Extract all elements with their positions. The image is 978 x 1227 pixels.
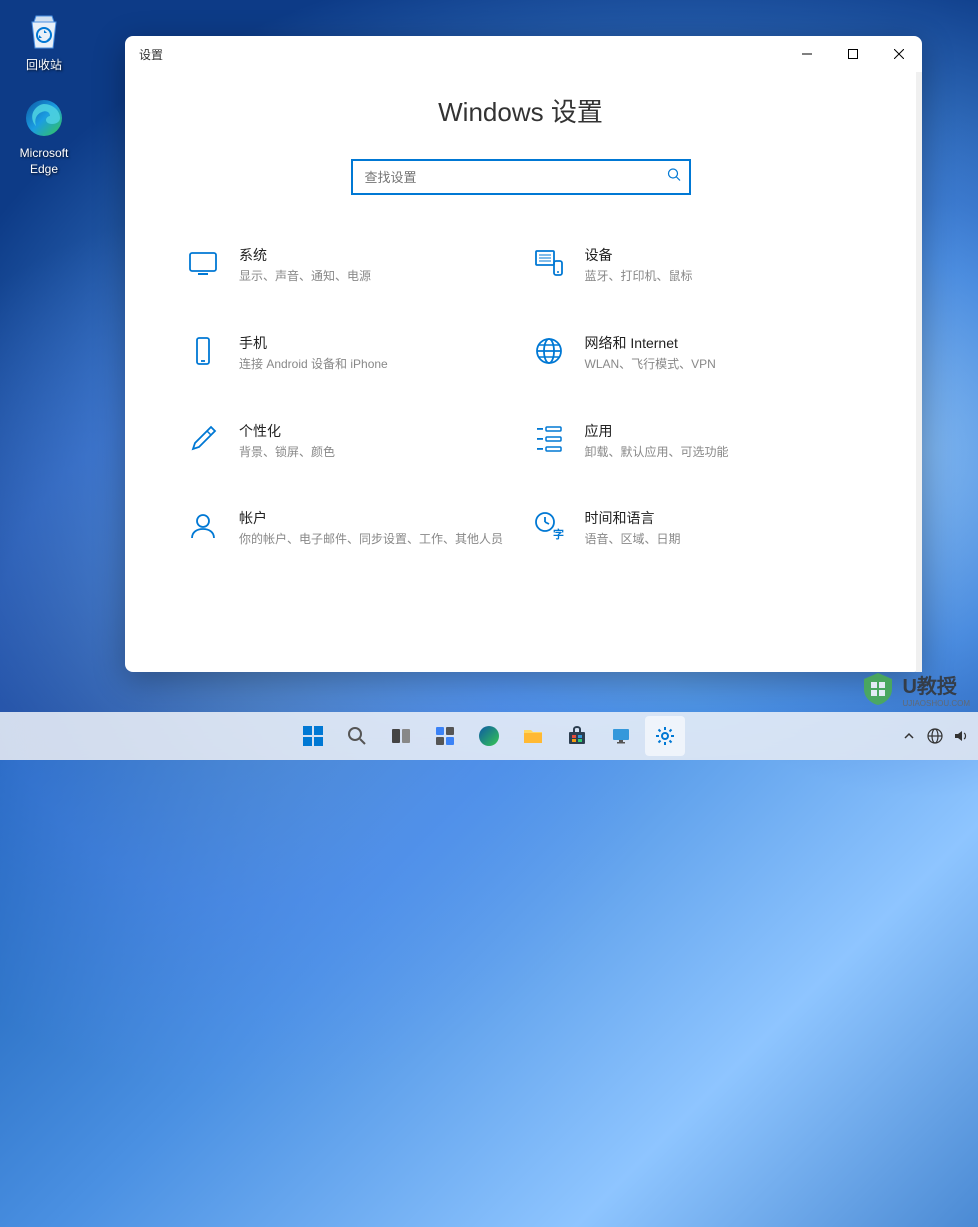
- window-title: 设置: [139, 46, 163, 63]
- personalization-icon: [185, 421, 221, 457]
- edge-desktop-icon[interactable]: Microsoft Edge: [6, 94, 82, 177]
- setting-desc: 语音、区域、日期: [585, 531, 857, 548]
- settings-content: Windows 设置 系统 显示、声音、通知、电源 设备 蓝牙、打印机、鼠标 手…: [125, 72, 922, 672]
- volume-tray-icon[interactable]: [952, 727, 970, 745]
- chevron-up-icon[interactable]: [900, 727, 918, 745]
- system-tray[interactable]: [900, 727, 970, 745]
- edge-label: Microsoft Edge: [6, 146, 82, 177]
- setting-desc: 蓝牙、打印机、鼠标: [585, 268, 857, 285]
- setting-text: 帐户 你的帐户、电子邮件、同步设置、工作、其他人员: [239, 508, 511, 548]
- search-taskbar-button[interactable]: [337, 716, 377, 756]
- accounts-icon: [185, 508, 221, 544]
- setting-title: 网络和 Internet: [585, 333, 857, 353]
- titlebar: 设置: [125, 36, 922, 72]
- edge-icon: [20, 94, 68, 142]
- explorer-taskbar-button[interactable]: [513, 716, 553, 756]
- recycle-bin-desktop-icon[interactable]: 回收站: [6, 6, 82, 74]
- setting-desc: WLAN、飞行模式、VPN: [585, 356, 857, 373]
- page-title: Windows 设置: [125, 92, 916, 129]
- setting-text: 时间和语言 语音、区域、日期: [585, 508, 857, 548]
- setting-item-time[interactable]: 字 时间和语言 语音、区域、日期: [531, 508, 857, 548]
- network-icon: [531, 333, 567, 369]
- devices-icon: [531, 245, 567, 281]
- setting-desc: 连接 Android 设备和 iPhone: [239, 356, 511, 373]
- setting-item-accounts[interactable]: 帐户 你的帐户、电子邮件、同步设置、工作、其他人员: [185, 508, 511, 548]
- setting-item-apps[interactable]: 应用 卸载、默认应用、可选功能: [531, 421, 857, 461]
- settings-grid: 系统 显示、声音、通知、电源 设备 蓝牙、打印机、鼠标 手机 连接 Androi…: [125, 245, 916, 578]
- start-button[interactable]: [293, 716, 333, 756]
- taskbar-center: [293, 716, 685, 756]
- monitor-taskbar-button[interactable]: [601, 716, 641, 756]
- setting-item-personalization[interactable]: 个性化 背景、锁屏、颜色: [185, 421, 511, 461]
- setting-desc: 显示、声音、通知、电源: [239, 268, 511, 285]
- time-icon: 字: [531, 508, 567, 544]
- setting-title: 个性化: [239, 421, 511, 441]
- setting-text: 系统 显示、声音、通知、电源: [239, 245, 511, 285]
- apps-icon: [531, 421, 567, 457]
- setting-text: 设备 蓝牙、打印机、鼠标: [585, 245, 857, 285]
- watermark: U教授 UJIAOSHOU.COM: [860, 670, 970, 708]
- setting-desc: 背景、锁屏、颜色: [239, 444, 511, 461]
- settings-window: 设置 Windows 设置 系统 显示、声音、通知、电源 设备 蓝牙、打印机、鼠…: [125, 36, 922, 672]
- setting-title: 应用: [585, 421, 857, 441]
- window-controls: [784, 36, 922, 72]
- recycle-bin-label: 回收站: [6, 58, 82, 74]
- watermark-icon: [860, 671, 896, 707]
- network-tray-icon[interactable]: [926, 727, 944, 745]
- widgets-button[interactable]: [425, 716, 465, 756]
- setting-item-devices[interactable]: 设备 蓝牙、打印机、鼠标: [531, 245, 857, 285]
- task-view-button[interactable]: [381, 716, 421, 756]
- recycle-bin-icon: [20, 6, 68, 54]
- search-container: [351, 159, 691, 195]
- setting-title: 帐户: [239, 508, 511, 528]
- edge-taskbar-button[interactable]: [469, 716, 509, 756]
- maximize-button[interactable]: [830, 36, 876, 72]
- search-input[interactable]: [351, 159, 691, 195]
- close-button[interactable]: [876, 36, 922, 72]
- setting-desc: 你的帐户、电子邮件、同步设置、工作、其他人员: [239, 531, 511, 548]
- setting-text: 个性化 背景、锁屏、颜色: [239, 421, 511, 461]
- svg-text:字: 字: [553, 527, 564, 541]
- setting-item-network[interactable]: 网络和 Internet WLAN、飞行模式、VPN: [531, 333, 857, 373]
- setting-text: 应用 卸载、默认应用、可选功能: [585, 421, 857, 461]
- system-icon: [185, 245, 221, 281]
- setting-item-phone[interactable]: 手机 连接 Android 设备和 iPhone: [185, 333, 511, 373]
- minimize-button[interactable]: [784, 36, 830, 72]
- setting-title: 时间和语言: [585, 508, 857, 528]
- watermark-url: UJIAOSHOU.COM: [902, 699, 970, 708]
- store-taskbar-button[interactable]: [557, 716, 597, 756]
- setting-text: 网络和 Internet WLAN、飞行模式、VPN: [585, 333, 857, 373]
- setting-title: 系统: [239, 245, 511, 265]
- setting-item-system[interactable]: 系统 显示、声音、通知、电源: [185, 245, 511, 285]
- phone-icon: [185, 333, 221, 369]
- taskbar: [0, 712, 978, 760]
- search-icon: [667, 168, 681, 187]
- setting-title: 手机: [239, 333, 511, 353]
- setting-desc: 卸载、默认应用、可选功能: [585, 444, 857, 461]
- watermark-brand: U教授: [902, 670, 970, 699]
- setting-title: 设备: [585, 245, 857, 265]
- setting-text: 手机 连接 Android 设备和 iPhone: [239, 333, 511, 373]
- settings-taskbar-button[interactable]: [645, 716, 685, 756]
